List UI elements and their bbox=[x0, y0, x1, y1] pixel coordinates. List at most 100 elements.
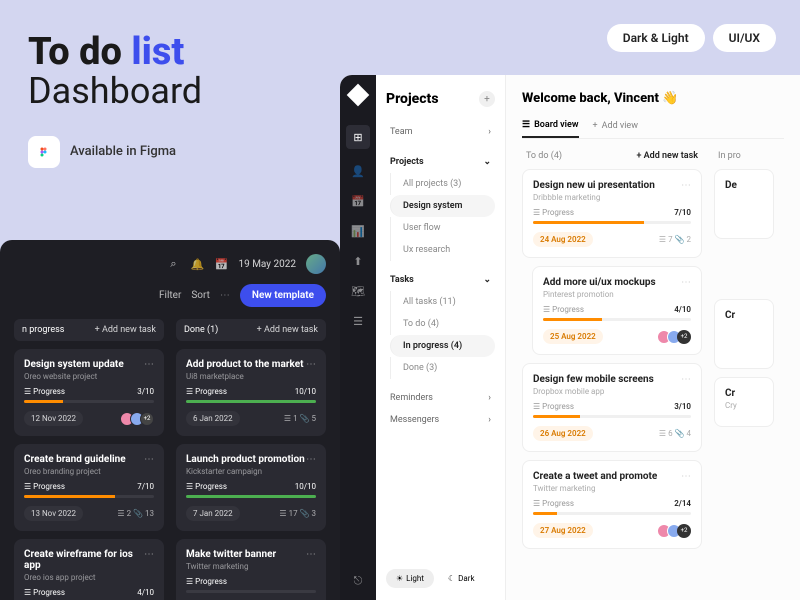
more-icon[interactable]: ⋯ bbox=[306, 359, 316, 370]
sidebar: Projects + Team› Projects⌄ All projects (… bbox=[376, 75, 506, 600]
card-subtitle: Ui8 marketplace bbox=[186, 372, 316, 381]
sort-button[interactable]: Sort bbox=[191, 290, 210, 301]
more-icon[interactable]: ⋯ bbox=[144, 359, 154, 370]
welcome-heading: Welcome back, Vincent 👋 bbox=[522, 91, 784, 106]
card-title: Create a tweet and promote bbox=[533, 471, 691, 482]
sidebar-item-ux-research[interactable]: Ux research bbox=[390, 239, 495, 261]
card-subtitle: Twitter marketing bbox=[186, 562, 316, 571]
task-card[interactable]: ⋯ Design few mobile screens Dropbox mobi… bbox=[522, 363, 702, 452]
nav-rail: ⊞ 👤 📅 📊 ⬆ 🗺 ☰ ⎋ bbox=[340, 75, 376, 600]
sidebar-title: Projects bbox=[386, 91, 439, 107]
task-card[interactable]: ⋯ Design system update Oreo website proj… bbox=[14, 349, 164, 436]
card-date: 12 Nov 2022 bbox=[24, 411, 83, 426]
sidebar-item-all-tasks[interactable]: All tasks (11) bbox=[390, 291, 495, 313]
more-icon[interactable]: ⋯ bbox=[681, 471, 691, 482]
task-card[interactable]: De bbox=[714, 169, 774, 239]
light-dashboard: ⊞ 👤 📅 📊 ⬆ 🗺 ☰ ⎋ Projects + Team› Projects… bbox=[340, 75, 800, 600]
add-task-button[interactable]: + Add new task bbox=[257, 325, 318, 335]
tab-add-view[interactable]: + Add view bbox=[593, 120, 638, 138]
card-title: Launch product promotion bbox=[186, 454, 316, 465]
card-subtitle: Kickstarter campaign bbox=[186, 467, 316, 476]
task-card[interactable]: ⋯ Design new ui presentation Dribbble ma… bbox=[522, 169, 702, 258]
sidebar-item-all-projects[interactable]: All projects (3) bbox=[390, 173, 495, 195]
dark-filter-row: Filter Sort ⋯ New template bbox=[14, 284, 326, 307]
more-icon[interactable]: ⋯ bbox=[681, 180, 691, 191]
pill-uiux[interactable]: UI/UX bbox=[713, 24, 776, 52]
bell-icon[interactable]: 🔔 bbox=[190, 257, 204, 271]
avatar[interactable] bbox=[306, 254, 326, 274]
sidebar-item-done[interactable]: Done (3) bbox=[390, 357, 495, 379]
sidebar-item-todo[interactable]: To do (4) bbox=[390, 313, 495, 335]
dark-dashboard: ⌕ 🔔 📅 19 May 2022 Filter Sort ⋯ New temp… bbox=[0, 240, 340, 600]
card-date: 7 Jan 2022 bbox=[186, 506, 240, 521]
card-title: Add product to the market bbox=[186, 359, 316, 370]
card-title: Design new ui presentation bbox=[533, 180, 691, 191]
stats-icon[interactable]: 📊 bbox=[350, 223, 366, 239]
sidebar-item-design-system[interactable]: Design system bbox=[390, 195, 495, 217]
sidebar-item-user-flow[interactable]: User flow bbox=[390, 217, 495, 239]
light-column-todo: To do (4)+ Add new task ⋯ Design new ui … bbox=[522, 151, 702, 557]
calendar-icon[interactable]: 📅 bbox=[214, 257, 228, 271]
task-card[interactable]: CrCry bbox=[714, 377, 774, 427]
dark-topbar: ⌕ 🔔 📅 19 May 2022 bbox=[14, 254, 326, 274]
more-icon[interactable]: ⋯ bbox=[306, 454, 316, 465]
task-card[interactable]: Cr bbox=[714, 299, 774, 369]
card-subtitle: Dropbox mobile app bbox=[533, 387, 691, 396]
card-date: 25 Aug 2022 bbox=[543, 329, 603, 344]
upload-icon[interactable]: ⬆ bbox=[350, 253, 366, 269]
app-logo-icon[interactable] bbox=[347, 84, 370, 107]
filter-button[interactable]: Filter bbox=[159, 290, 181, 301]
card-subtitle: Twitter marketing bbox=[533, 484, 691, 493]
figma-badge[interactable]: Available in Figma bbox=[28, 136, 202, 168]
search-icon[interactable]: ⌕ bbox=[166, 257, 180, 271]
grid-icon[interactable]: ⊞ bbox=[346, 125, 370, 149]
card-date: 24 Aug 2022 bbox=[533, 232, 593, 247]
more-icon[interactable]: ⋯ bbox=[144, 549, 154, 560]
more-icon[interactable]: ⋯ bbox=[681, 374, 691, 385]
dark-mode-button[interactable]: ☾ Dark bbox=[438, 569, 485, 588]
card-date: 13 Nov 2022 bbox=[24, 506, 83, 521]
calendar-icon[interactable]: 📅 bbox=[350, 193, 366, 209]
task-card[interactable]: ⋯ Make twitter banner Twitter marketing … bbox=[176, 539, 326, 600]
hero-title-2: Dashboard bbox=[28, 70, 202, 112]
tab-board-view[interactable]: ☰ Board view bbox=[522, 120, 579, 138]
more-icon[interactable]: ⋯ bbox=[144, 454, 154, 465]
settings-icon[interactable]: ☰ bbox=[350, 313, 366, 329]
card-subtitle: Oreo ios app project bbox=[24, 573, 154, 582]
logout-icon[interactable]: ⎋ bbox=[354, 574, 363, 588]
hero-section: To do list Dashboard Available in Figma bbox=[28, 32, 202, 168]
task-card[interactable]: ⋯ Create brand guideline Oreo branding p… bbox=[14, 444, 164, 531]
more-icon[interactable]: ⋯ bbox=[681, 277, 691, 288]
sidebar-item-messengers[interactable]: Messengers› bbox=[386, 409, 495, 431]
map-icon[interactable]: 🗺 bbox=[350, 283, 366, 299]
new-template-button[interactable]: New template bbox=[240, 284, 326, 307]
dark-column-done: Done (1)+ Add new task ⋯ Add product to … bbox=[176, 319, 326, 600]
task-card[interactable]: ⋯ Create a tweet and promote Twitter mar… bbox=[522, 460, 702, 549]
sidebar-item-team[interactable]: Team› bbox=[386, 121, 495, 143]
figma-text: Available in Figma bbox=[70, 144, 176, 159]
sidebar-item-in-progress[interactable]: In progress (4) bbox=[390, 335, 495, 357]
task-card[interactable]: ⋯ Create wireframe for ios app Oreo ios … bbox=[14, 539, 164, 600]
task-card[interactable]: ⋯ Add product to the market Ui8 marketpl… bbox=[176, 349, 326, 436]
light-mode-button[interactable]: ☀ Light bbox=[386, 569, 434, 588]
sidebar-item-reminders[interactable]: Reminders› bbox=[386, 387, 495, 409]
theme-toggle: ☀ Light ☾ Dark bbox=[386, 569, 485, 588]
card-date: 27 Aug 2022 bbox=[533, 523, 593, 538]
add-project-button[interactable]: + bbox=[479, 91, 495, 107]
sidebar-item-projects[interactable]: Projects⌄ bbox=[386, 151, 495, 173]
card-subtitle: Oreo branding project bbox=[24, 467, 154, 476]
card-title: Design few mobile screens bbox=[533, 374, 691, 385]
add-task-button[interactable]: + Add new task bbox=[95, 325, 156, 335]
more-icon[interactable]: ⋯ bbox=[306, 549, 316, 560]
sidebar-item-tasks[interactable]: Tasks⌄ bbox=[386, 269, 495, 291]
task-card[interactable]: ⋯ Launch product promotion Kickstarter c… bbox=[176, 444, 326, 531]
add-task-button[interactable]: + Add new task bbox=[636, 151, 698, 161]
pill-dark-light[interactable]: Dark & Light bbox=[607, 24, 705, 52]
task-card[interactable]: ⋯ Add more ui/ux mockups Pinterest promo… bbox=[532, 266, 702, 355]
card-title: Create wireframe for ios app bbox=[24, 549, 154, 571]
figma-icon bbox=[28, 136, 60, 168]
hero-title-1: To do list bbox=[28, 32, 202, 74]
user-icon[interactable]: 👤 bbox=[350, 163, 366, 179]
light-column-inprogress: In pro De Cr CrCry bbox=[714, 151, 774, 557]
dark-column-progress: n progress+ Add new task ⋯ Design system… bbox=[14, 319, 164, 600]
